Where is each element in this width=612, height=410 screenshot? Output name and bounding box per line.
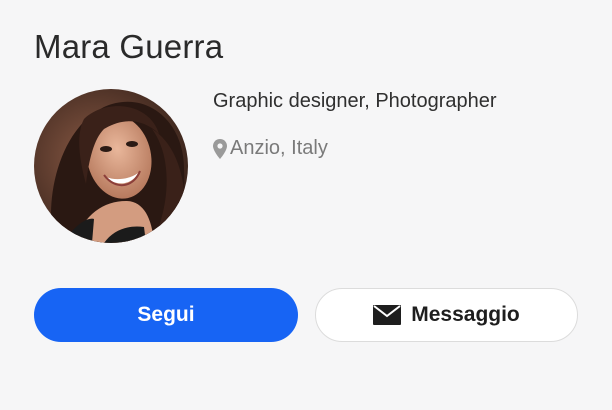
message-button[interactable]: Messaggio (315, 288, 578, 342)
location-text: Anzio, Italy (230, 137, 328, 159)
envelope-icon (373, 305, 402, 325)
map-pin-icon (213, 138, 227, 159)
avatar[interactable] (34, 89, 188, 243)
profile-card: Mara Guerra Graphic designer, Photograph… (0, 0, 612, 410)
profile-location: Anzio, Italy (213, 137, 328, 160)
follow-button-label: Segui (137, 303, 195, 326)
follow-button[interactable]: Segui (34, 288, 298, 342)
profile-name: Mara Guerra (34, 28, 224, 65)
message-button-label: Messaggio (411, 303, 520, 326)
profile-headline: Graphic designer, Photographer (213, 90, 497, 112)
avatar-photo (34, 89, 188, 243)
